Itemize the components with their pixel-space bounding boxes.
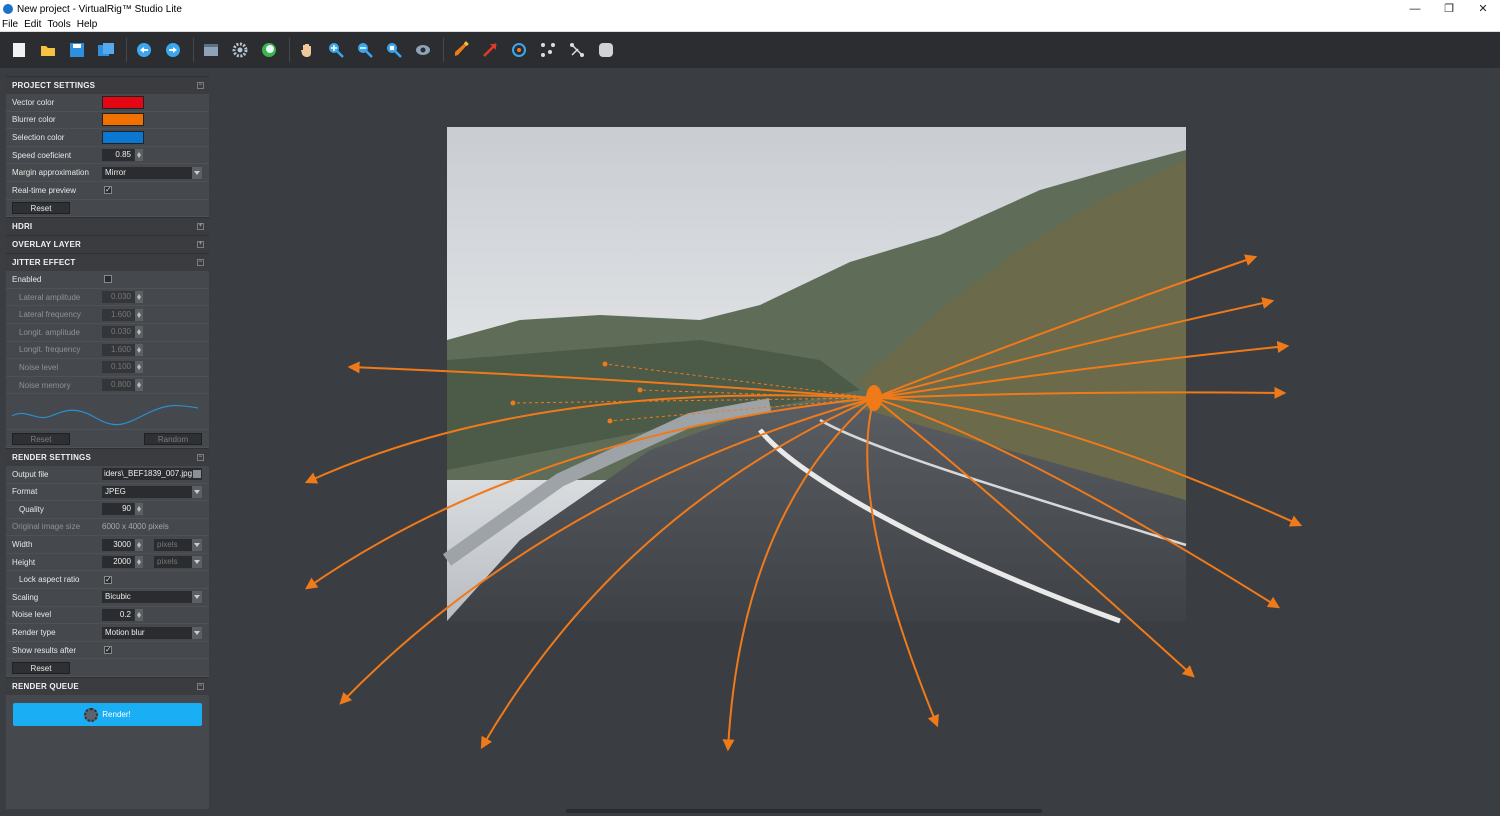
control-point[interactable]	[510, 400, 516, 406]
road-photo	[442, 127, 1187, 624]
canvas-overlay	[304, 127, 1303, 752]
vector-hub[interactable]	[866, 385, 882, 411]
control-point[interactable]	[607, 418, 613, 424]
control-point[interactable]	[637, 387, 643, 393]
horizontal-scrollbar[interactable]	[566, 809, 1042, 813]
control-point[interactable]	[602, 361, 608, 367]
